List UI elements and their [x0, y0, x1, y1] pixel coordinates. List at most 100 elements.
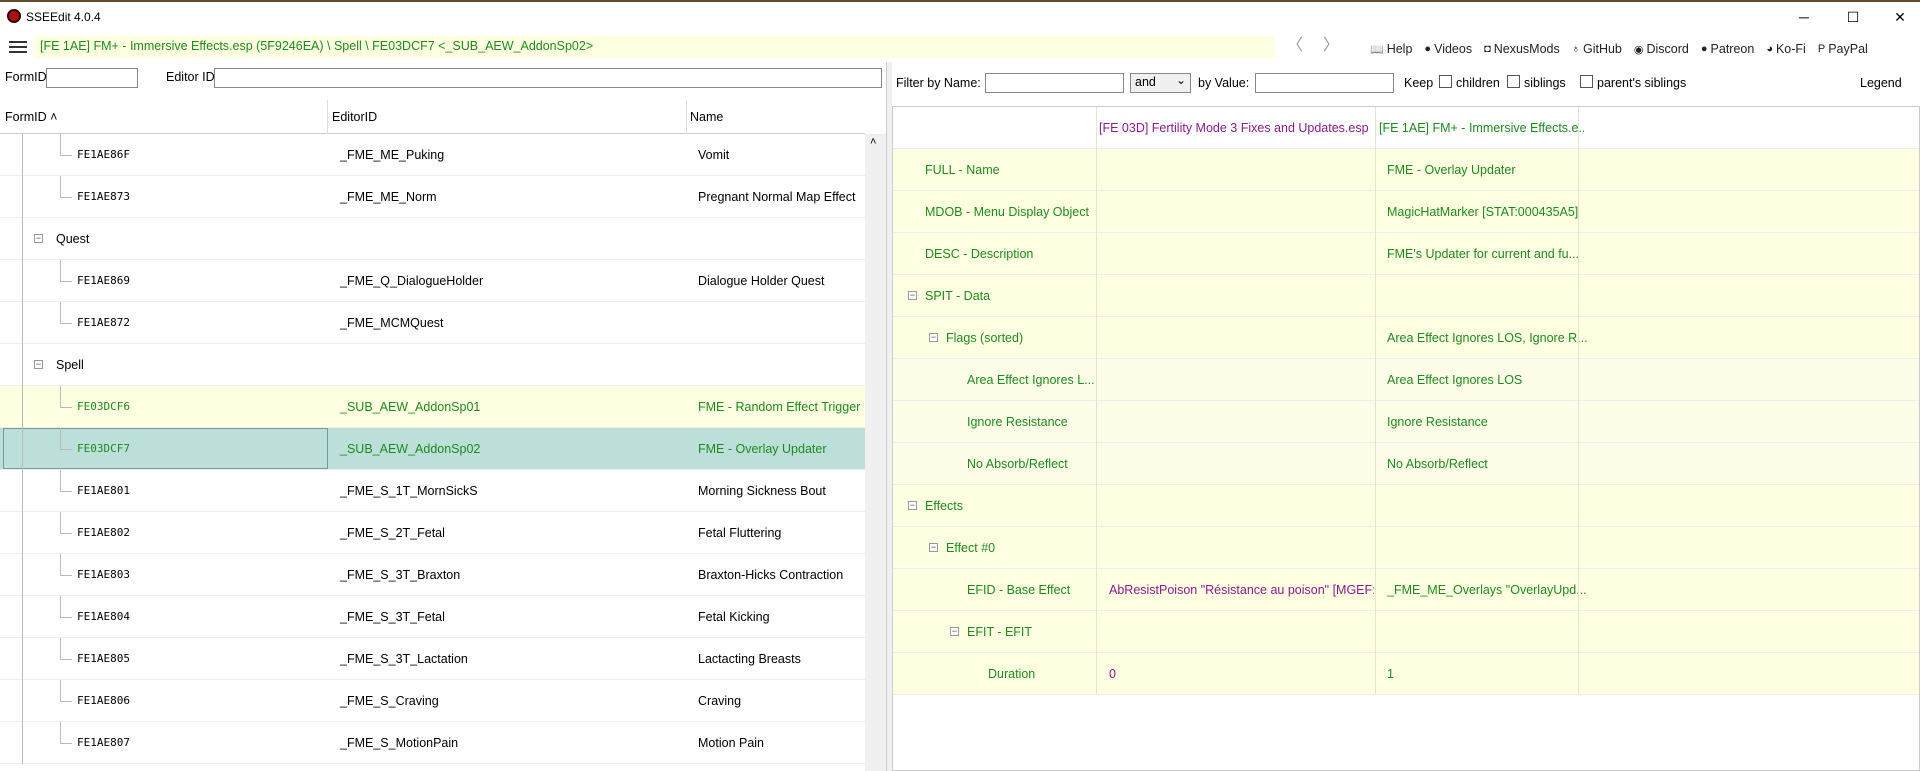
editorid-cell: _FME_S_3T_Lactation — [340, 652, 468, 666]
editorid-cell: _FME_ME_Puking — [340, 148, 445, 162]
formid-cell: FE1AE873 — [77, 190, 130, 203]
filter-by-value-input[interactable] — [1255, 73, 1394, 93]
collapse-icon[interactable]: − — [950, 627, 959, 636]
record-field-row[interactable]: MDOB - Menu Display Object MagicHatMarker… — [893, 191, 1919, 233]
back-button[interactable]: 〈 — [1284, 37, 1306, 57]
table-row[interactable]: FE1AE807 _FME_S_MotionPain Motion Pain — [0, 722, 865, 764]
name-cell: Fetal Kicking — [698, 610, 770, 624]
title-bar: SSEEdit 4.0.4 ─ ☐ ✕ — [0, 0, 1920, 30]
toolbar-link-ko-fi[interactable]: ◕ Ko-Fi — [1762, 40, 1814, 58]
collapse-icon[interactable]: − — [908, 291, 917, 300]
toolbar-link-label: Help — [1386, 42, 1413, 56]
keep-siblings-checkbox[interactable] — [1507, 75, 1520, 88]
column-header-plugin-2[interactable]: [FE 1AE] FM+ - Immersive Effects.e... — [1379, 121, 1584, 135]
formid-cell: FE1AE806 — [77, 694, 130, 707]
filter-by-name-input[interactable] — [985, 73, 1124, 93]
field-label: DESC - Description — [925, 247, 1034, 261]
keep-label: Keep — [1404, 76, 1434, 90]
field-label: Duration — [988, 667, 1036, 681]
keep-parents-siblings-label: parent's siblings — [1597, 76, 1687, 90]
toolbar-link-videos[interactable]: ● Videos — [1420, 40, 1480, 58]
table-row[interactable]: FE03DCF6 _SUB_AEW_AddonSp01 FME - Random E… — [0, 386, 865, 428]
editorid-cell: _SUB_AEW_AddonSp02 — [340, 442, 481, 456]
close-button[interactable]: ✕ — [1880, 6, 1920, 28]
and-or-select[interactable]: and — [1130, 73, 1191, 93]
minimize-button[interactable]: ─ — [1784, 6, 1824, 28]
table-row[interactable]: FE1AE86F _FME_ME_Puking Vomit — [0, 134, 865, 176]
field-value-plugin-2: _FME_ME_Overlays "OverlayUpd... — [1387, 583, 1587, 597]
record-field-row[interactable]: − Effect #0 — [893, 527, 1919, 569]
editorid-cell: _FME_S_2T_Fetal — [340, 526, 445, 540]
toolbar-link-discord[interactable]: ◉ Discord — [1630, 40, 1697, 58]
formid-cell: FE03DCF7 — [77, 442, 130, 455]
record-field-row[interactable]: DESC - Description FME's Updater for curr… — [893, 233, 1919, 275]
collapse-icon[interactable]: − — [34, 234, 43, 243]
collapse-icon[interactable]: − — [908, 501, 917, 510]
column-header-name[interactable]: Name — [690, 110, 723, 124]
table-row[interactable]: FE1AE803 _FME_S_3T_Braxton Braxton-Hicks C… — [0, 554, 865, 596]
keep-children-checkbox[interactable] — [1439, 75, 1452, 88]
table-row[interactable]: FE1AE801 _FME_S_1T_MornSickS Morning Sickn… — [0, 470, 865, 512]
editorid-filter-input[interactable] — [214, 68, 882, 88]
name-cell: FME - Overlay Updater — [698, 442, 827, 456]
collapse-icon[interactable]: − — [34, 360, 43, 369]
keep-parents-siblings-checkbox[interactable] — [1580, 75, 1593, 88]
forward-button[interactable]: 〉 — [1320, 37, 1342, 57]
collapse-icon[interactable]: − — [929, 543, 938, 552]
legend-button[interactable]: Legend — [1860, 76, 1902, 90]
toolbar-link-nexusmods[interactable]: ◘ NexusMods — [1480, 40, 1568, 58]
record-field-row[interactable]: FULL - Name FME - Overlay Updater — [893, 149, 1919, 191]
column-header-plugin-1[interactable]: [FE 03D] Fertility Mode 3 Fixes and Upda… — [1099, 121, 1379, 135]
table-row[interactable]: FE1AE806 _FME_S_Craving Craving — [0, 680, 865, 722]
toolbar-link-label: GitHub — [1582, 42, 1622, 56]
field-label: Ignore Resistance — [967, 415, 1068, 429]
field-label: Area Effect Ignores L... — [967, 373, 1095, 387]
name-cell: Dialogue Holder Quest — [698, 274, 825, 288]
formid-cell: FE1AE872 — [77, 316, 130, 329]
record-field-row[interactable]: No Absorb/Reflect No Absorb/Reflect — [893, 443, 1919, 485]
toolbar-link-github[interactable]: ♁ GitHub — [1568, 40, 1630, 58]
record-field-row[interactable]: Area Effect Ignores L... Area Effect Igno… — [893, 359, 1919, 401]
tree-group-spell[interactable]: − Spell — [0, 344, 865, 386]
toolbar-link-patreon[interactable]: ● Patreon — [1697, 40, 1762, 58]
field-label: SPIT - Data — [925, 289, 991, 303]
table-row[interactable]: FE1AE804 _FME_S_3T_Fetal Fetal Kicking — [0, 596, 865, 638]
record-field-row[interactable]: − Effects — [893, 485, 1919, 527]
table-row[interactable]: FE1AE802 _FME_S_2T_Fetal Fetal Fluttering — [0, 512, 865, 554]
field-value-plugin-2: FME - Overlay Updater — [1387, 163, 1516, 177]
name-cell: Vomit — [698, 148, 730, 162]
formid-filter-input[interactable] — [46, 68, 138, 88]
column-header-formid[interactable]: FormID ˄ — [5, 110, 57, 124]
field-value-plugin-2: Area Effect Ignores LOS — [1387, 373, 1523, 387]
tree-group-quest[interactable]: − Quest — [0, 218, 865, 260]
toolbar-link-help[interactable]: 📖 Help — [1366, 40, 1420, 58]
record-field-row[interactable]: − EFIT - EFIT — [893, 611, 1919, 653]
toolbar-links: 📖 Help ● Videos ◘ NexusMods ♁ GitHub ◉ Discord ● Pa… — [1366, 40, 1876, 58]
record-field-row[interactable]: EFID - Base Effect AbResistPoison "Résist… — [893, 569, 1919, 611]
nexusmods-icon: ◘ — [1484, 43, 1491, 55]
table-row[interactable]: FE1AE873 _FME_ME_Norm Pregnant Normal Map … — [0, 176, 865, 218]
hamburger-menu-icon[interactable] — [9, 41, 27, 53]
keep-siblings-label: siblings — [1524, 76, 1566, 90]
maximize-button[interactable]: ☐ — [1833, 6, 1873, 28]
record-field-row[interactable]: − Flags (sorted) Area Effect Ignores LOS, … — [893, 317, 1919, 359]
editorid-cell: _FME_MCMQuest — [340, 316, 444, 330]
table-row[interactable]: FE1AE872 _FME_MCMQuest — [0, 302, 865, 344]
right-filter-row: Filter by Name: and by Value: Keep child… — [892, 66, 1920, 96]
record-field-row[interactable]: Ignore Resistance Ignore Resistance — [893, 401, 1919, 443]
scroll-up-icon[interactable]: ˄ — [870, 136, 876, 148]
collapse-icon[interactable]: − — [929, 333, 938, 342]
name-cell: Lactacting Breasts — [698, 652, 801, 666]
record-path: [FE 1AE] FM+ - Immersive Effects.esp (5F… — [34, 36, 1274, 58]
table-row[interactable]: FE1AE805 _FME_S_3T_Lactation Lactacting Br… — [0, 638, 865, 680]
formid-cell: FE1AE804 — [77, 610, 130, 623]
record-field-row[interactable]: Duration 0 1 — [893, 653, 1919, 695]
table-row[interactable]: FE03DCF7 _SUB_AEW_AddonSp02 FME - Overlay … — [0, 428, 865, 470]
record-field-row[interactable]: − SPIT - Data — [893, 275, 1919, 317]
column-header-editorid[interactable]: EditorID — [332, 110, 377, 124]
left-grid-rows: FE1AE86F _FME_ME_Puking Vomit FE1AE873 _FME_… — [0, 134, 865, 771]
table-row[interactable]: FE1AE869 _FME_Q_DialogueHolder Dialogue Ho… — [0, 260, 865, 302]
toolbar-link-paypal[interactable]: P PayPal — [1814, 40, 1876, 58]
left-scrollbar[interactable]: ˄ — [865, 134, 886, 771]
formid-cell: FE1AE802 — [77, 526, 130, 539]
